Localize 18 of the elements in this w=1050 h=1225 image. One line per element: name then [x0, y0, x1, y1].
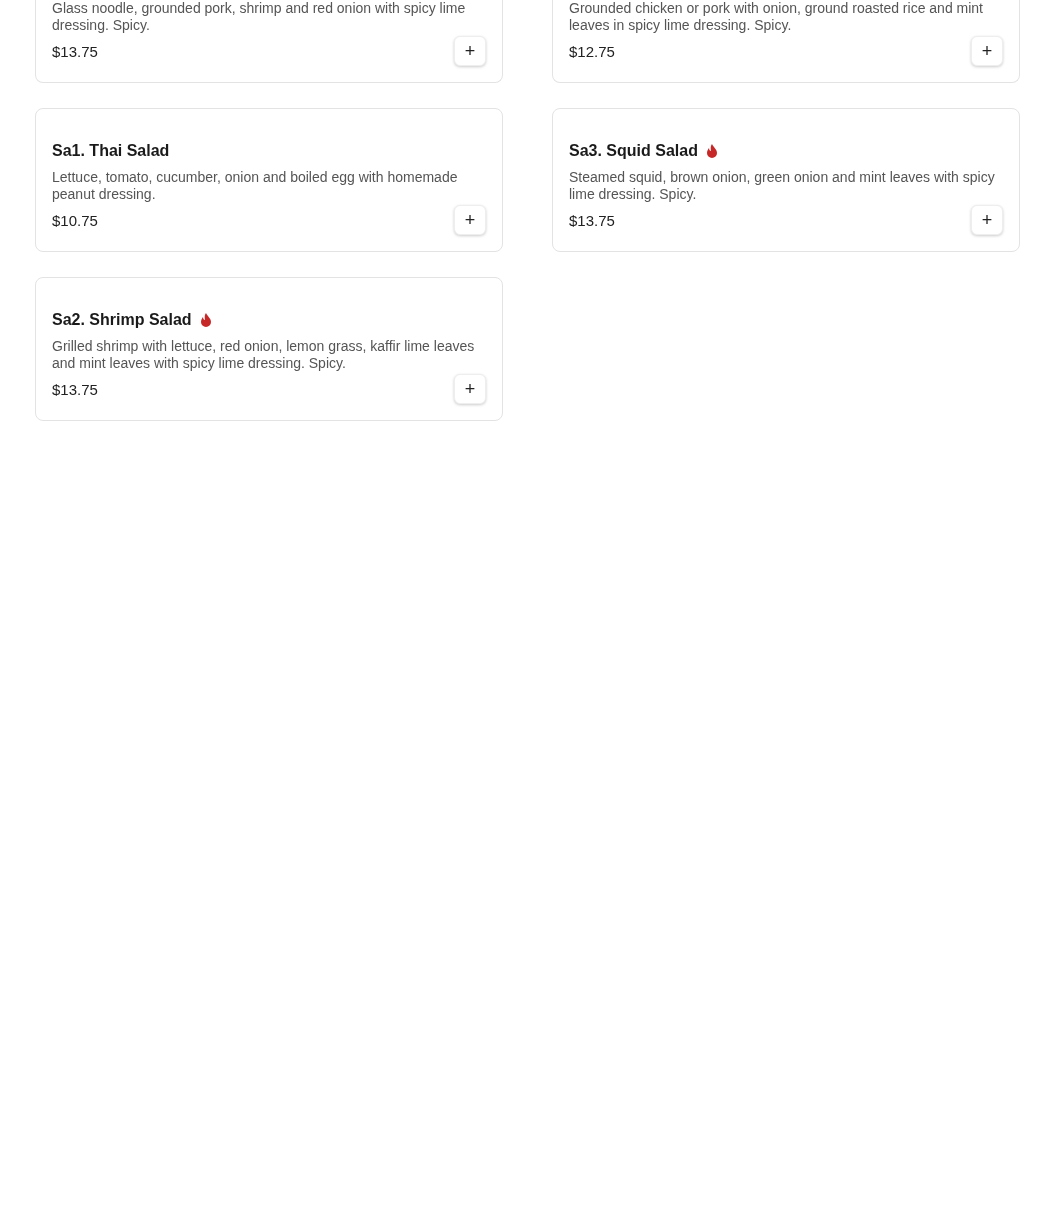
item-price: $10.75 [52, 211, 98, 229]
add-button[interactable]: + [454, 374, 486, 404]
item-title: Sa3. Squid Salad [569, 141, 698, 161]
item-price: $13.75 [569, 211, 615, 229]
item-price: $13.75 [52, 42, 98, 60]
add-button[interactable]: + [971, 36, 1003, 66]
add-button[interactable]: + [454, 36, 486, 66]
item-description: Grounded chicken or pork with onion, ground roasted rice and mint leaves in spicy lime dressing. Spicy. [569, 0, 984, 34]
item-title: Sa1. Thai Salad [52, 141, 170, 161]
item-title: Sa2. Shrimp Salad [52, 310, 192, 330]
item-price: $13.75 [52, 380, 98, 398]
item-description: Glass noodle, grounded pork, shrimp and red onion with spicy lime dressing. Spicy. [52, 0, 467, 34]
item-description: Grilled shrimp with lettuce, red onion, lemon grass, kaffir lime leaves and mint leaves with spicy lime dressing. Spicy. [52, 338, 476, 372]
item-price: $12.75 [569, 42, 615, 60]
add-button[interactable]: + [454, 205, 486, 235]
item-description: Steamed squid, brown onion, green onion and mint leaves with spicy lime dressing. Spicy. [569, 169, 996, 203]
item-description: Lettuce, tomato, cucumber, onion and boiled egg with homemade peanut dressing. [52, 169, 459, 203]
add-button[interactable]: + [971, 205, 1003, 235]
